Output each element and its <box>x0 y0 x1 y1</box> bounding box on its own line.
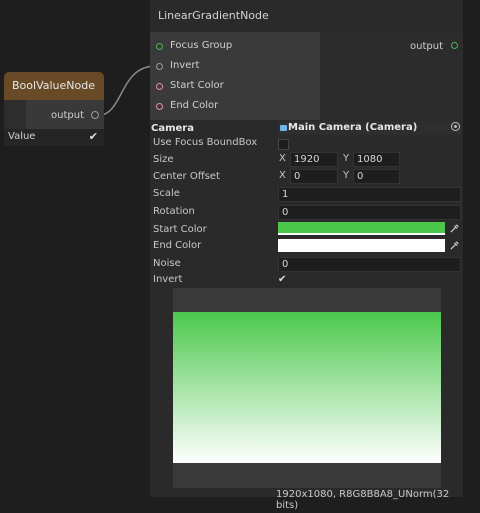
input-port-invert[interactable]: Invert <box>150 56 199 76</box>
size-y-label: Y <box>343 153 350 164</box>
output-ports: output <box>320 32 463 120</box>
bool-node-input-area <box>4 100 26 129</box>
camera-value: Main Camera (Camera) <box>288 122 418 133</box>
size-y-field[interactable]: 1080 <box>353 152 400 167</box>
bool-value-row: Value ✔ <box>4 129 104 146</box>
bool-output-port[interactable] <box>91 111 99 119</box>
gradient-preview-image <box>173 312 441 463</box>
bool-value-node[interactable]: BoolValueNode output Value ✔ <box>4 72 104 146</box>
port-label: Invert <box>170 60 200 71</box>
object-picker-icon[interactable] <box>451 122 460 131</box>
camera-icon <box>280 125 287 131</box>
port-label: End Color <box>170 100 219 111</box>
start-color-swatch[interactable] <box>278 222 445 235</box>
output-label: output <box>410 41 443 52</box>
end-color-swatch[interactable] <box>278 239 445 252</box>
use-focus-label: Use Focus BoundBox <box>153 137 258 148</box>
center-y-field[interactable]: 0 <box>353 169 400 184</box>
bool-output-label: output <box>51 110 84 121</box>
center-x-label: X <box>279 170 286 181</box>
input-port-end-color[interactable]: End Color <box>150 96 218 116</box>
port-end-color-dot[interactable] <box>156 103 163 110</box>
texture-info: 1920x1080, R8G8B8A8_UNorm(32 bits) <box>276 489 450 511</box>
noise-field[interactable]: 0 <box>278 257 461 272</box>
rotation-field[interactable]: 0 <box>278 205 461 220</box>
bool-node-body: output <box>4 100 104 129</box>
camera-label: Camera <box>151 123 194 134</box>
size-x-field[interactable]: 1920 <box>290 152 338 167</box>
value-checkbox[interactable]: ✔ <box>89 130 98 143</box>
size-x-label: X <box>279 153 286 164</box>
center-y-label: Y <box>343 170 350 181</box>
input-port-start-color[interactable]: Start Color <box>150 76 224 96</box>
scale-label: Scale <box>153 188 180 199</box>
noise-label: Noise <box>153 258 181 269</box>
eyedropper-icon[interactable] <box>450 224 459 233</box>
input-ports: Focus Group Invert Start Color End Color <box>150 32 320 120</box>
eyedropper-icon[interactable] <box>450 241 459 250</box>
end-color-label: End Color <box>153 240 202 251</box>
output-port[interactable] <box>451 42 458 49</box>
start-color-label: Start Color <box>153 224 207 235</box>
center-offset-label: Center Offset <box>153 171 220 182</box>
value-label: Value <box>8 131 36 142</box>
bool-node-title[interactable]: BoolValueNode <box>4 72 104 100</box>
port-label: Start Color <box>170 80 224 91</box>
use-focus-checkbox[interactable] <box>278 139 289 150</box>
port-invert-dot[interactable] <box>156 63 163 70</box>
gradient-node-title[interactable]: LinearGradientNode <box>158 9 269 22</box>
linear-gradient-node[interactable]: LinearGradientNode Focus Group Invert St… <box>150 0 463 511</box>
port-focus-group-dot[interactable] <box>156 43 163 50</box>
center-x-field[interactable]: 0 <box>290 169 338 184</box>
input-port-focus-group[interactable]: Focus Group <box>150 36 232 56</box>
size-label: Size <box>153 154 174 165</box>
rotation-label: Rotation <box>153 206 195 217</box>
scale-field[interactable]: 1 <box>278 187 461 202</box>
port-label: Focus Group <box>170 40 233 51</box>
port-start-color-dot[interactable] <box>156 83 163 90</box>
invert-label: Invert <box>153 274 183 285</box>
camera-object-field[interactable]: Main Camera (Camera) <box>278 121 462 135</box>
invert-checkbox[interactable]: ✔ <box>278 274 286 285</box>
